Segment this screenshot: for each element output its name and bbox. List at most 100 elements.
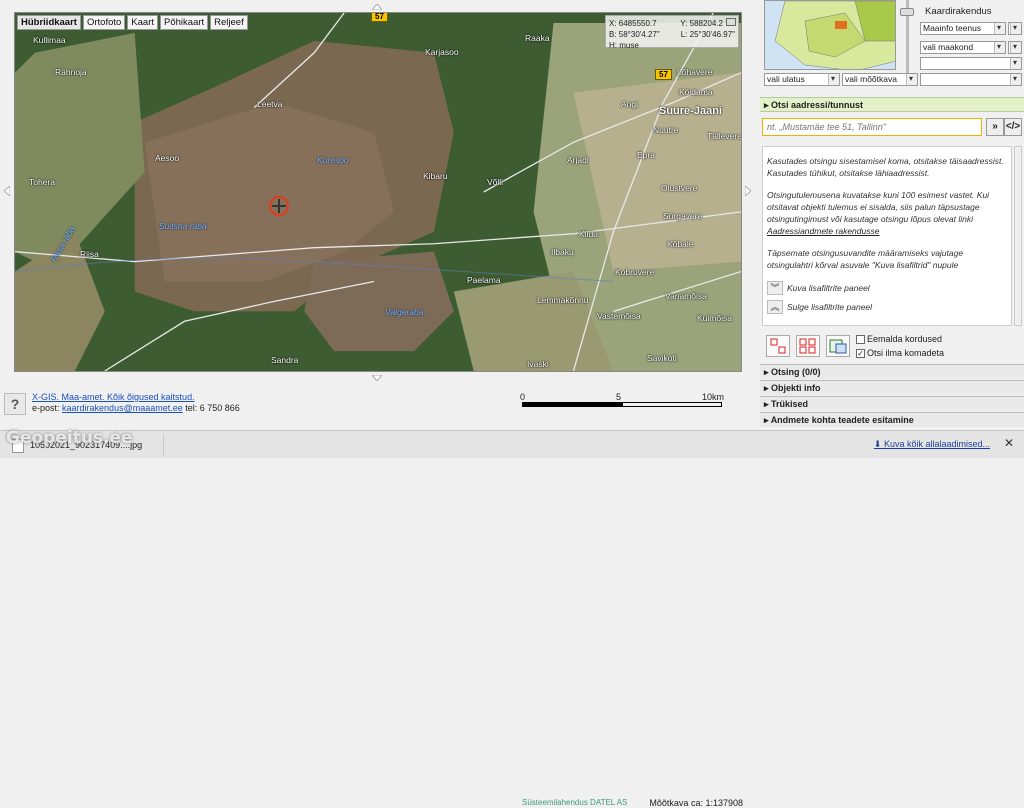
address-app-link[interactable]: Aadressiandmete rakendusse: [767, 226, 879, 236]
chevron-down-icon: [1010, 74, 1021, 85]
accordion-object-info[interactable]: ▸ Objekti info: [760, 380, 1024, 395]
chevron-down-icon: [906, 74, 917, 85]
show-all-downloads-link[interactable]: ⬇ Kuva kõik allalaadimised...: [874, 439, 990, 450]
place-label: Leetva: [257, 99, 283, 109]
coord-y: Y: 588204.2: [680, 19, 723, 28]
tab-basemap[interactable]: Põhikaart: [160, 15, 209, 30]
tab-map[interactable]: Kaart: [127, 15, 159, 30]
overview-map[interactable]: [764, 0, 896, 70]
export-table-icon[interactable]: [826, 335, 850, 357]
road-number-badge: 57: [655, 69, 672, 80]
search-tools: Eemalda kordused ✓ Otsi ilma komadeta: [762, 332, 1022, 364]
service-select[interactable]: Maainfo teenus: [920, 22, 1006, 35]
scale-bar: 0 5 10km Süsteemilahendus DATEL AS Mõõtk…: [520, 392, 743, 808]
pan-right-icon[interactable]: [745, 186, 751, 196]
pan-left-icon[interactable]: [4, 186, 10, 196]
coord-l: L: 25°30'46.97": [680, 30, 735, 39]
select-single-icon[interactable]: [766, 335, 790, 357]
county-select-extra[interactable]: [1008, 41, 1022, 54]
place-label: Sandra: [271, 355, 299, 365]
email-link[interactable]: kaardirakendus@maaamet.ee: [62, 403, 183, 413]
place-label: Sürgavere: [663, 211, 703, 221]
bog-label: Valgeraba: [385, 307, 424, 317]
settlement-select[interactable]: [920, 73, 1022, 86]
place-label: Rähnoja: [55, 67, 87, 77]
chevron-down-icon: [1010, 58, 1021, 69]
coordinate-readout: X: 6485550.7 Y: 588204.2 B: 58°30'4.27" L:…: [605, 15, 739, 50]
overview-extent-marker: [835, 21, 847, 29]
place-label: Tohera: [29, 177, 55, 187]
service-select-extra[interactable]: [1008, 22, 1022, 35]
location-marker-icon: [269, 196, 289, 216]
place-label: Karjasoo: [425, 47, 459, 57]
double-chevron-up-icon: ︽: [767, 300, 783, 314]
sidebar: Kaardirakendus Maainfo teenus vali maako…: [760, 0, 1024, 432]
no-commas-checkbox[interactable]: ✓ Otsi ilma komadeta: [856, 348, 944, 358]
accordion-prints[interactable]: ▸ Trükised: [760, 396, 1024, 411]
road-number-badge: 57: [371, 13, 388, 22]
tab-hybrid[interactable]: Hübriidkaart: [17, 15, 81, 30]
accordion-report-data[interactable]: ▸ Andmete kohta teadete esitamine: [760, 412, 1024, 427]
place-label: Kobruvere: [615, 267, 655, 277]
address-search-input[interactable]: [762, 118, 982, 136]
map-type-tabs: Hübriidkaart Ortofoto Kaart Põhikaart Re…: [17, 15, 248, 30]
place-label: Kildu: [579, 229, 598, 239]
place-label: Vastemõisa: [597, 311, 641, 321]
place-label: Epra: [637, 150, 655, 160]
pan-up-icon[interactable]: [372, 4, 382, 10]
pan-down-icon[interactable]: [372, 375, 382, 381]
place-label: Riisa: [80, 249, 99, 259]
map-view[interactable]: Hübriidkaart Ortofoto Kaart Põhikaart Re…: [14, 12, 742, 372]
extent-select[interactable]: vali ulatus: [764, 73, 840, 86]
place-label: Kibaru: [423, 171, 448, 181]
watermark: Geopeitus.ee: [6, 428, 133, 448]
place-label: Lõhavere: [677, 67, 713, 77]
place-label: Kullimaa: [33, 35, 66, 45]
show-filters-button[interactable]: »: [986, 118, 1004, 136]
tab-orthophoto[interactable]: Ortofoto: [82, 15, 126, 30]
app-frame: Hübriidkaart Ortofoto Kaart Põhikaart Re…: [0, 0, 1024, 808]
remove-duplicates-checkbox[interactable]: Eemalda kordused: [856, 334, 942, 344]
select-multiple-icon[interactable]: [796, 335, 820, 357]
double-chevron-down-icon: ︾: [767, 281, 783, 295]
close-icon[interactable]: ✕: [1004, 436, 1014, 450]
chevron-down-icon: [1010, 42, 1021, 53]
place-label: Köidama: [679, 87, 713, 97]
system-vendor: Süsteemilahendus DATEL AS: [522, 798, 628, 807]
place-label: Vanamõisa: [665, 291, 707, 301]
help-button[interactable]: ?: [4, 393, 26, 415]
chevron-down-icon: [994, 23, 1005, 34]
search-help-text: Kasutades otsingu sisestamisel koma, ots…: [762, 146, 1012, 326]
expand-coords-icon[interactable]: [726, 18, 736, 26]
place-label: Aesoo: [155, 153, 180, 163]
place-label: Lemmakõnnu: [537, 295, 589, 305]
copyright-block: X-GIS. Maa-amet. Kõik õigused kaitstud. …: [32, 392, 240, 413]
zoom-slider-handle[interactable]: [900, 8, 914, 16]
code-toggle-button[interactable]: </>: [1004, 118, 1022, 136]
place-label: Kuimõisa: [697, 313, 732, 323]
copyright-link[interactable]: X-GIS. Maa-amet. Kõik õigused kaitstud.: [32, 392, 195, 402]
place-label: Angi: [621, 99, 639, 109]
place-label: Savikoti: [647, 353, 677, 363]
place-label: Olustvere: [661, 183, 698, 193]
place-label: Ivaski: [527, 359, 549, 369]
scale-readout: Mõõtkava ca: 1:137908: [649, 798, 743, 808]
place-label: Ilbaku: [551, 247, 574, 257]
chevron-down-icon: [828, 74, 839, 85]
bog-label: Kuresoo: [317, 155, 349, 165]
place-label: Kõbale: [667, 239, 694, 249]
county-select[interactable]: vali maakond: [920, 41, 1006, 54]
accordion-search-results[interactable]: ▸ Otsing (0/0): [760, 364, 1024, 379]
place-label: Võlli: [487, 177, 504, 187]
download-bar: 10502021_902317409....jpg ⬇ Kuva kõik al…: [0, 430, 1024, 458]
help-scrollbar[interactable]: [1014, 146, 1022, 326]
coord-x: X: 6485550.7: [609, 19, 657, 28]
tab-relief[interactable]: Reljeef: [210, 15, 248, 30]
place-label: Paelama: [467, 275, 501, 285]
coord-h: H: muse: [609, 41, 639, 50]
scale-select[interactable]: vali mõõtkava: [842, 73, 918, 86]
map-app-title: Kaardirakendus: [925, 6, 992, 17]
municipality-select[interactable]: [920, 57, 1022, 70]
zoom-slider[interactable]: [900, 0, 914, 82]
search-panel-header[interactable]: ▸ Otsi aadressi/tunnust: [760, 97, 1024, 112]
